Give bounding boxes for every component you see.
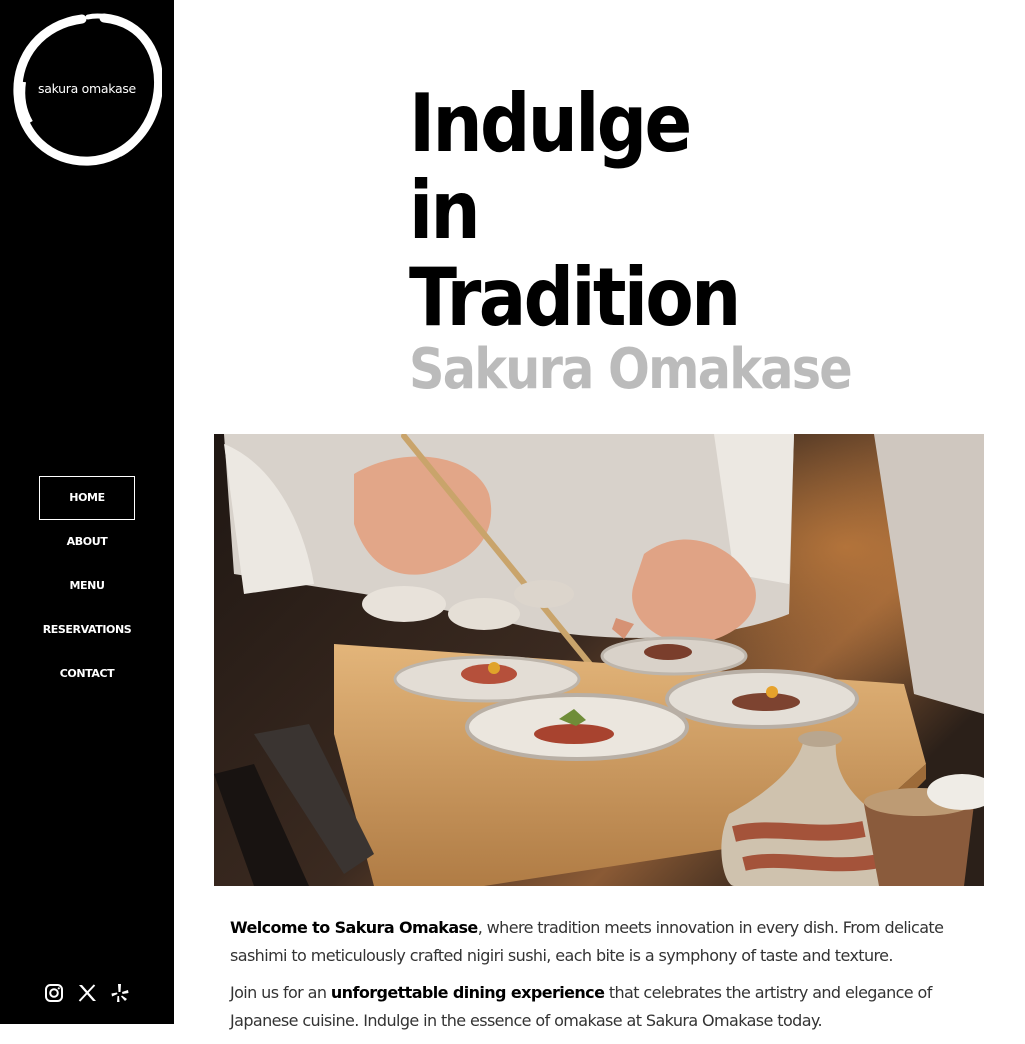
hero-line-2: in	[409, 164, 481, 257]
hero-subtitle: Sakura Omakase	[409, 337, 853, 402]
intro-text: Welcome to Sakura Omakase, where traditi…	[230, 914, 990, 1044]
intro-text-2a: Join us for an	[230, 983, 331, 1002]
instagram-icon[interactable]	[44, 983, 64, 1003]
hero-line-3: Tradition	[409, 251, 741, 344]
hero-line-1: Indulge	[409, 77, 692, 170]
hero-photo-chef-plating	[214, 434, 984, 886]
nav-contact[interactable]: CONTACT	[39, 652, 135, 696]
x-icon[interactable]	[77, 983, 97, 1003]
hero-heading: Indulge in Tradition Sakura Omakase	[409, 80, 911, 403]
nav-menu[interactable]: MENU	[39, 564, 135, 608]
social-links	[44, 983, 130, 1003]
nav-home[interactable]: HOME	[39, 476, 135, 520]
intro-paragraph-1: Welcome to Sakura Omakase, where traditi…	[230, 914, 990, 970]
intro-paragraph-2: Join us for an unforgettable dining expe…	[230, 979, 990, 1035]
brand-logo[interactable]: sakura omakase	[12, 12, 162, 167]
main-nav: HOME ABOUT MENU RESERVATIONS CONTACT	[0, 476, 174, 696]
nav-reservations[interactable]: RESERVATIONS	[39, 608, 135, 652]
nav-about[interactable]: ABOUT	[39, 520, 135, 564]
sidebar: sakura omakase HOME ABOUT MENU RESERVATI…	[0, 0, 174, 1024]
intro-highlight-1: Welcome to Sakura Omakase	[230, 918, 478, 937]
intro-highlight-2: unforgettable dining experience	[330, 983, 605, 1002]
yelp-icon[interactable]	[110, 983, 130, 1003]
logo-text: sakura omakase	[38, 81, 136, 96]
